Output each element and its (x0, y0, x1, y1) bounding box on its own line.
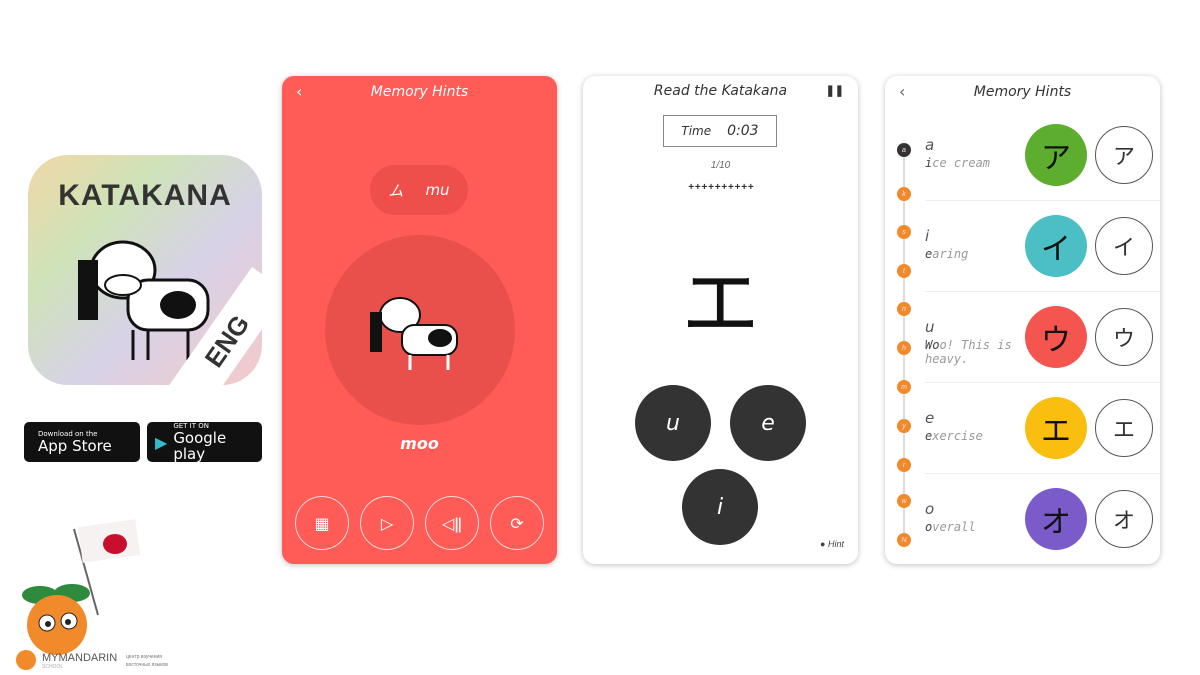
progress-marks: + + + + + + + + + + (688, 182, 753, 193)
hint-image-circle (325, 235, 515, 425)
hint-row[interactable]: o overall オ オ (925, 474, 1160, 564)
brand-tagline-2: восточных языков (126, 662, 168, 668)
screen-quiz: Read the Katakana ❚❚ Time 0:03 1/10 + + … (583, 76, 858, 564)
brand-tagline-1: центр изучения (126, 654, 162, 660)
timeline-dot-N[interactable]: N (897, 533, 911, 547)
timeline-dot-k[interactable]: k (897, 187, 911, 201)
time-label: Time (681, 124, 712, 138)
time-value: 0:03 (727, 123, 759, 139)
screen-title: Read the Katakana (653, 83, 788, 99)
pill-kana: ム (388, 181, 404, 200)
row-romaji: e (925, 409, 935, 427)
hint-rest: verall (932, 520, 976, 534)
grid-icon: ▦ (314, 513, 330, 533)
timeline-dot-s[interactable]: s (897, 225, 911, 239)
picture-kana: オ (1041, 505, 1071, 540)
sound-button[interactable]: ◁ǁ (425, 496, 479, 550)
mandarin-mascot-icon (22, 519, 141, 655)
kana-button[interactable]: オ (1095, 490, 1153, 548)
refresh-icon: ⟳ (510, 513, 524, 533)
hint-button[interactable]: ● Hint (820, 539, 844, 549)
hint-picture-icon: イ (1025, 215, 1087, 277)
timeline-dot-y[interactable]: y (897, 419, 911, 433)
timeline-dot-a[interactable]: a (897, 143, 911, 157)
row-hint: overall (925, 520, 1025, 534)
timer-box: Time 0:03 (663, 115, 777, 147)
hint-picture-icon: エ (1025, 397, 1087, 459)
timeline-line (903, 144, 905, 534)
timeline-dot-m[interactable]: m (897, 380, 911, 394)
progress-count: 1/10 (710, 160, 731, 171)
kana-button[interactable]: イ (1095, 217, 1153, 275)
hint-rest: ce cream (932, 156, 991, 170)
refresh-button[interactable]: ⟳ (490, 496, 544, 550)
pause-icon[interactable]: ❚❚ (826, 84, 844, 97)
hint-row[interactable]: a ice cream ア ア (925, 110, 1160, 201)
answer-button-i[interactable]: i (682, 469, 758, 545)
grid-button[interactable]: ▦ (295, 496, 349, 550)
google-play-button[interactable]: ▶ GET IT ON Google play (147, 422, 262, 462)
screen-title: Memory Hints (370, 84, 469, 100)
screen-memory-hint-card: ‹ Memory Hints ム mu moo ▦ ▷ ◁ǁ ⟳ (282, 76, 557, 564)
google-big: Google play (173, 429, 227, 463)
brand-logo-icon (16, 650, 36, 670)
play-store-icon: ▶ (155, 432, 168, 452)
app-store-big: App Store (38, 437, 112, 455)
brand-name: MYMANDARIN (42, 652, 118, 664)
kana-button[interactable]: ウ (1095, 308, 1153, 366)
app-icon-title: KATAKANA (58, 179, 232, 212)
screen-memory-hints-list: ‹ Memory Hints akstnhmyrwN a ice cream ア… (885, 76, 1160, 564)
play-button[interactable]: ▷ (360, 496, 414, 550)
picture-kana: ウ (1041, 323, 1071, 358)
hint-picture-icon: ア (1025, 124, 1087, 186)
row-hint: earing (925, 247, 1025, 261)
hint-picture-icon: オ (1025, 488, 1087, 550)
hint-highlight: Wo (925, 338, 940, 352)
answer-button-e[interactable]: e (730, 385, 806, 461)
play-icon: ▷ (380, 513, 394, 533)
picture-kana: エ (1041, 414, 1071, 449)
row-romaji: i (925, 227, 930, 245)
row-hint: Woo! This is heavy. (925, 338, 1025, 366)
kana-button[interactable]: ア (1095, 126, 1153, 184)
timeline-dot-n[interactable]: n (897, 302, 911, 316)
pill-romaji: mu (425, 181, 450, 199)
question-character: エ (681, 259, 760, 349)
picture-kana: ア (1041, 141, 1071, 176)
hint-row[interactable]: i earing イ イ (925, 201, 1160, 292)
hint-rest: xercise (932, 429, 983, 443)
row-romaji: a (925, 136, 935, 154)
row-hint: exercise (925, 429, 1025, 443)
kana-button[interactable]: エ (1095, 399, 1153, 457)
hint-word: moo (400, 434, 439, 453)
cow-icon (370, 297, 458, 370)
hint-rest: aring (932, 247, 969, 261)
hint-row[interactable]: e exercise エ エ (925, 383, 1160, 474)
row-romaji: u (925, 318, 935, 336)
picture-kana: イ (1041, 232, 1071, 267)
timeline-dot-t[interactable]: t (897, 264, 911, 278)
timeline-dot-r[interactable]: r (897, 458, 911, 472)
sound-icon: ◁ǁ (441, 513, 463, 533)
row-hint: ice cream (925, 156, 1025, 170)
app-store-button[interactable]: Download on the App Store (24, 422, 140, 462)
app-icon: KATAKANA ENG (28, 155, 262, 385)
cow-icon (78, 240, 210, 360)
timeline-dot-w[interactable]: w (897, 494, 911, 508)
hint-picture-icon: ウ (1025, 306, 1087, 368)
answer-button-u[interactable]: u (635, 385, 711, 461)
brand-sub: SCHOOL (42, 664, 64, 670)
hint-row[interactable]: u Woo! This is heavy. ウ ウ (925, 292, 1160, 383)
screen-title: Memory Hints (973, 84, 1072, 100)
kana-pill: ム mu (370, 165, 468, 215)
row-romaji: o (925, 500, 935, 518)
timeline-dot-h[interactable]: h (897, 341, 911, 355)
